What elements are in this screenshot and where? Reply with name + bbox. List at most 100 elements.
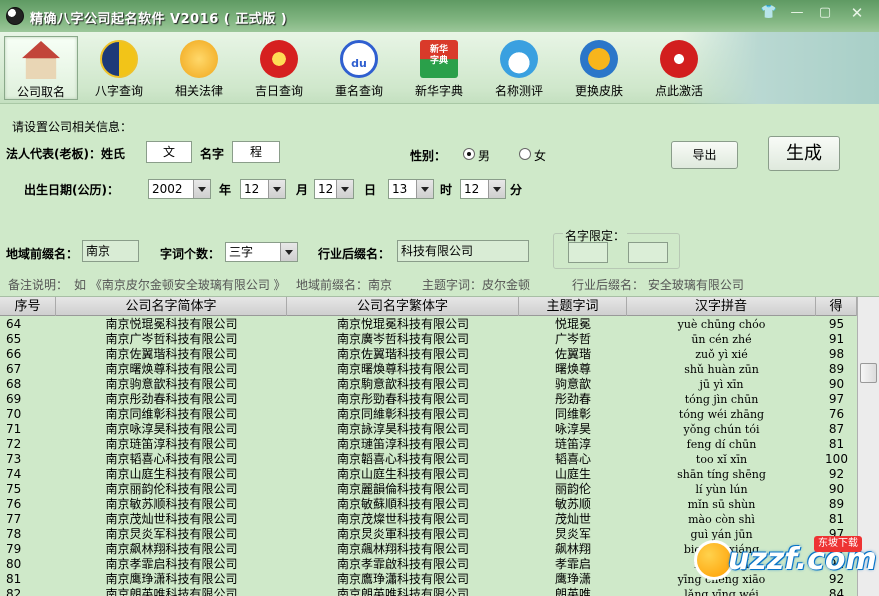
birth-date-label: 出生日期(公历)：: [24, 183, 119, 197]
chevron-down-icon[interactable]: [336, 180, 353, 198]
table-row[interactable]: 71 南京咏淳昊科技有限公司 南京詠淳昊科技有限公司 咏淳昊 yǒng chún tói…: [0, 422, 857, 437]
table-row[interactable]: 69 南京彤劲春科技有限公司 南京彤勁春科技有限公司 彤劲春 tóng jìn chūn…: [0, 392, 857, 407]
industry-suffix-input[interactable]: 科技有限公司: [397, 240, 529, 262]
book-icon: [180, 40, 218, 78]
cell-traditional-name: 南京朗英唯科技有限公司: [336, 587, 469, 596]
table-row[interactable]: 75 南京丽韵伦科技有限公司 南京麗韻倫科技有限公司 丽韵伦 lí yùn lún 90: [0, 482, 857, 497]
cell-pinyin: ūn cén zhé: [691, 333, 752, 346]
baidu-icon-text: du: [351, 57, 367, 70]
table-row[interactable]: 74 南京山庭生科技有限公司 南京山庭生科技有限公司 山庭生 shān tíng shē…: [0, 467, 857, 482]
main-toolbar: 公司取名 八字查询 相关法律 吉日查询 du 重名查询 新华 字典 新华字典 名…: [0, 32, 879, 104]
column-header-pinyin[interactable]: 汉字拼音: [627, 297, 816, 316]
table-row[interactable]: 67 南京曙焕尊科技有限公司 南京曙煥尊科技有限公司 曙焕尊 shǔ huàn zūn 8…: [0, 362, 857, 377]
cell-simplified-name: 南京佐翼瑎科技有限公司: [105, 347, 238, 361]
toolbar-bazi-query[interactable]: 八字查询: [82, 36, 156, 100]
month-select[interactable]: 12: [240, 179, 286, 199]
cell-simplified-name: 南京敏苏顺科技有限公司: [105, 497, 238, 511]
generate-button[interactable]: 生成: [768, 136, 840, 171]
table-row[interactable]: 72 南京琏笛淳科技有限公司 南京璉笛淳科技有限公司 琏笛淳 feng dí chūn 8…: [0, 437, 857, 452]
cell-pinyin: mào còn shì: [688, 513, 755, 526]
cell-simplified-name: 南京飙林翔科技有限公司: [105, 542, 238, 556]
chevron-down-icon[interactable]: [488, 180, 505, 198]
chevron-down-icon[interactable]: [268, 180, 285, 198]
cell-pinyin: zuǒ yì xié: [695, 348, 748, 361]
cell-theme: 孝霏启: [554, 557, 591, 571]
export-button[interactable]: 导出: [671, 141, 738, 169]
note-suffix: 行业后缀名： 安全玻璃有限公司: [572, 278, 744, 292]
scrollbar-thumb[interactable]: [860, 363, 877, 383]
column-header-traditional[interactable]: 公司名字繁体字: [287, 297, 519, 316]
toolbar-activate[interactable]: 点此激活: [642, 36, 716, 100]
name-limit-input-1[interactable]: [568, 242, 608, 263]
toolbar-label: 更换皮肤: [574, 84, 623, 98]
table-row[interactable]: 76 南京敏苏顺科技有限公司 南京敏蘇順科技有限公司 敏苏顺 mǐn sū shùn 89: [0, 497, 857, 512]
table-row[interactable]: 77 南京茂灿世科技有限公司 南京茂燦世科技有限公司 茂灿世 mào còn shì 81: [0, 512, 857, 527]
cell-index: 65: [6, 332, 22, 346]
given-name-input[interactable]: 程: [232, 141, 280, 163]
char-count-select[interactable]: 三字: [225, 242, 298, 262]
toolbar-label: 新华字典: [414, 84, 463, 98]
cell-simplified-name: 南京曙焕尊科技有限公司: [105, 362, 238, 376]
maximize-button[interactable]: ▢: [814, 4, 836, 22]
cell-score: 92: [828, 467, 845, 481]
lantern-icon: [260, 40, 298, 78]
table-row[interactable]: 64 南京悦琨冕科技有限公司 南京悅琨冕科技有限公司 悦琨冕 yuè chūng chó…: [0, 317, 857, 332]
cell-pinyin: shān tíng shēng: [677, 468, 766, 481]
column-header-score[interactable]: 得: [816, 297, 857, 316]
table-row[interactable]: 68 南京驹意歆科技有限公司 南京駒意歆科技有限公司 驹意歆 jū yì xīn 90: [0, 377, 857, 392]
cell-theme: 朗英唯: [554, 587, 591, 596]
column-header-index[interactable]: 序号: [0, 297, 56, 316]
chevron-down-icon[interactable]: [193, 180, 210, 198]
toolbar-xinhua-dictionary[interactable]: 新华 字典 新华字典: [402, 36, 476, 100]
cell-index: 71: [6, 422, 22, 436]
chevron-down-icon[interactable]: [416, 180, 433, 198]
close-button[interactable]: ✕: [846, 4, 868, 22]
note-label: 备注说明：: [8, 278, 69, 292]
gender-male-radio[interactable]: [463, 148, 475, 160]
cell-theme: 茂灿世: [554, 512, 591, 526]
toolbar-duplicate-name[interactable]: du 重名查询: [322, 36, 396, 100]
settings-panel: 请设置公司相关信息： 法人代表(老板)：姓氏 文 名字 程 性别： 男 女 导出…: [0, 105, 879, 295]
minute-value: 12: [464, 182, 480, 196]
cell-index: 75: [6, 482, 22, 496]
table-row[interactable]: 66 南京佐翼瑎科技有限公司 南京佐翼瑎科技有限公司 佐翼瑎 zuǒ yì xié 98: [0, 347, 857, 362]
toolbar-change-skin[interactable]: 更换皮肤: [562, 36, 636, 100]
cell-simplified-name: 南京韬喜心科技有限公司: [105, 452, 238, 466]
minimize-button[interactable]: —: [786, 4, 808, 22]
cell-simplified-name: 南京咏淳昊科技有限公司: [105, 422, 238, 436]
cell-simplified-name: 南京丽韵伦科技有限公司: [105, 482, 238, 496]
toolbar-auspicious-day[interactable]: 吉日查询: [242, 36, 316, 100]
cell-traditional-name: 南京韜喜心科技有限公司: [336, 452, 469, 466]
cell-index: 64: [6, 317, 22, 331]
uzzf-watermark-logo: uzzf.com 东坡下载: [688, 534, 877, 592]
cell-score: 81: [828, 512, 845, 526]
column-header-simplified[interactable]: 公司名字简体字: [56, 297, 287, 316]
chevron-down-icon[interactable]: [280, 243, 297, 261]
cell-theme: 咏淳昊: [554, 422, 591, 436]
year-select[interactable]: 2002: [148, 179, 211, 199]
cell-score: 95: [828, 317, 845, 331]
table-row[interactable]: 73 南京韬喜心科技有限公司 南京韜喜心科技有限公司 韬喜心 too xǐ xīn 100: [0, 452, 857, 467]
section-label: 请设置公司相关信息：: [12, 120, 133, 134]
cell-pinyin: yuè chūng chóo: [677, 318, 766, 331]
skin-shirt-icon[interactable]: 👕: [758, 4, 780, 22]
name-limit-input-2[interactable]: [628, 242, 668, 263]
minute-select[interactable]: 12: [460, 179, 506, 199]
column-header-theme[interactable]: 主题字词: [519, 297, 627, 316]
region-prefix-input[interactable]: 南京: [82, 240, 139, 262]
cell-traditional-name: 南京茂燦世科技有限公司: [336, 512, 469, 526]
cell-index: 74: [6, 467, 22, 481]
day-select[interactable]: 12: [314, 179, 354, 199]
hour-select[interactable]: 13: [388, 179, 434, 199]
cell-score: 89: [828, 497, 845, 511]
toolbar-name-evaluation[interactable]: 名称测评: [482, 36, 556, 100]
table-row[interactable]: 70 南京同维彰科技有限公司 南京同維彰科技有限公司 同维彰 tóng wéi zhān…: [0, 407, 857, 422]
cell-theme: 敏苏顺: [554, 497, 591, 511]
gender-female-radio[interactable]: [519, 148, 531, 160]
table-row[interactable]: 65 南京广岑哲科技有限公司 南京廣岑哲科技有限公司 广岑哲 ūn cén zhé 91: [0, 332, 857, 347]
toolbar-company-naming[interactable]: 公司取名: [4, 36, 78, 100]
cell-theme: 悦琨冕: [554, 317, 591, 331]
cell-traditional-name: 南京佐翼瑎科技有限公司: [336, 347, 469, 361]
surname-input[interactable]: 文: [146, 141, 192, 163]
toolbar-related-law[interactable]: 相关法律: [162, 36, 236, 100]
